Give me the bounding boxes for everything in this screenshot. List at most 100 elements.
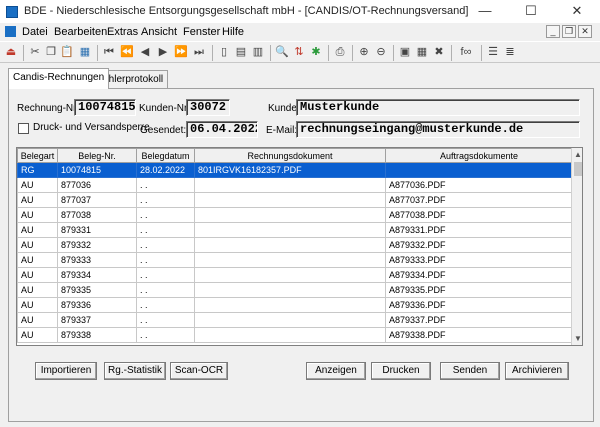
- next-record-icon[interactable]: ▶: [156, 45, 170, 59]
- document-table: Belegart Beleg-Nr. Belegdatum Rechnungsd…: [16, 147, 583, 346]
- tab-candis-rechnungen[interactable]: Candis-Rechnungen: [8, 68, 110, 89]
- druck-versandsperre-checkbox[interactable]: [18, 123, 29, 134]
- delete-icon[interactable]: ✖: [432, 45, 446, 59]
- table-cell: 879332: [57, 237, 137, 253]
- table-cell: [194, 222, 386, 238]
- toolbar-separator: [97, 45, 98, 61]
- table-row[interactable]: AU 879336. . A879336.PDF: [17, 297, 573, 313]
- kunde-label: Kunde:: [268, 103, 300, 114]
- document-icon[interactable]: [5, 26, 16, 37]
- gesendet-field[interactable]: 06.04.2022: [186, 121, 258, 138]
- copy-icon[interactable]: ❐: [44, 45, 58, 59]
- save-icon[interactable]: ▣: [398, 45, 412, 59]
- table-row[interactable]: AU 879333. . A879333.PDF: [17, 252, 573, 268]
- mdi-restore-button[interactable]: ❐: [562, 25, 576, 38]
- table-cell: [194, 237, 386, 253]
- column-header-belegart[interactable]: Belegart: [17, 148, 58, 163]
- last-record-icon[interactable]: ⏭: [192, 45, 206, 59]
- scroll-up-icon[interactable]: ▲: [572, 148, 582, 161]
- exit-icon[interactable]: ⏏: [4, 45, 18, 59]
- table-cell: . .: [136, 282, 195, 298]
- previous-record-icon[interactable]: ◀: [138, 45, 152, 59]
- drucken-button[interactable]: Drucken: [371, 362, 431, 380]
- table-cell: RG: [17, 162, 58, 178]
- table-row[interactable]: AU 877038. . A877038.PDF: [17, 207, 573, 223]
- toolbar-separator: [481, 45, 482, 61]
- scroll-thumb[interactable]: [574, 162, 582, 176]
- table-row[interactable]: AU 877037. . A877037.PDF: [17, 192, 573, 208]
- mdi-close-button[interactable]: ✕: [578, 25, 592, 38]
- bullet-list-icon[interactable]: ☰: [486, 45, 500, 59]
- next-page-icon[interactable]: ⏩: [174, 45, 188, 59]
- sort-icon[interactable]: ⇅: [292, 45, 306, 59]
- paste-icon[interactable]: 📋: [60, 45, 74, 59]
- table-row[interactable]: AU 879331. . A879331.PDF: [17, 222, 573, 238]
- minimize-button[interactable]: —: [462, 0, 508, 23]
- column-header-rechnungsdokument[interactable]: Rechnungsdokument: [194, 148, 386, 163]
- numbered-list-icon[interactable]: ≣: [503, 45, 517, 59]
- clipboard-icon[interactable]: ▥: [251, 45, 265, 59]
- table-cell: 879335: [57, 282, 137, 298]
- list-icon[interactable]: ▦: [415, 45, 429, 59]
- table-cell: AU: [17, 297, 58, 313]
- column-header-auftragsdokumente[interactable]: Auftragsdokumente: [385, 148, 573, 163]
- table-cell: . .: [136, 177, 195, 193]
- table-cell: AU: [17, 177, 58, 193]
- table-cell: . .: [136, 252, 195, 268]
- email-field[interactable]: rechnungseingang@musterkunde.de: [296, 121, 580, 138]
- table-cell: A877036.PDF: [385, 177, 573, 193]
- print-icon[interactable]: ⎙: [333, 45, 347, 59]
- scroll-down-icon[interactable]: ▼: [572, 332, 582, 345]
- scan-ocr-button[interactable]: Scan-OCR: [170, 362, 228, 380]
- menu-fenster[interactable]: Fenster: [183, 26, 220, 38]
- table-cell: [194, 207, 386, 223]
- maximize-button[interactable]: ☐: [508, 0, 554, 23]
- anzeigen-button[interactable]: Anzeigen: [306, 362, 366, 380]
- open-document-icon[interactable]: ▤: [234, 45, 248, 59]
- menu-extras[interactable]: Extras: [107, 26, 138, 38]
- table-row[interactable]: RG 10074815 28.02.2022 801IRGVK16182357.PDF: [17, 162, 573, 178]
- importieren-button[interactable]: Importieren: [35, 362, 97, 380]
- menu-ansicht[interactable]: Ansicht: [141, 26, 177, 38]
- toolbar-separator: [352, 45, 353, 61]
- senden-button[interactable]: Senden: [440, 362, 500, 380]
- new-document-icon[interactable]: ▯: [217, 45, 231, 59]
- title-bar: BDE - Niederschlesische Entsorgungsgesel…: [0, 0, 600, 23]
- table-cell: A877037.PDF: [385, 192, 573, 208]
- close-button[interactable]: ✕: [554, 0, 600, 23]
- table-row[interactable]: AU 879332. . A879332.PDF: [17, 237, 573, 253]
- table-cell: [194, 192, 386, 208]
- column-header-belegdatum[interactable]: Belegdatum: [136, 148, 195, 163]
- toolbar-separator: [212, 45, 213, 61]
- vertical-scrollbar[interactable]: ▲ ▼: [571, 148, 582, 345]
- search-icon[interactable]: 🔍: [275, 45, 289, 59]
- kunden-nr-field[interactable]: 30072: [186, 99, 230, 116]
- previous-page-icon[interactable]: ⏪: [120, 45, 134, 59]
- table-row[interactable]: AU 879334. . A879334.PDF: [17, 267, 573, 283]
- kunden-nr-label: Kunden-Nr.:: [139, 103, 193, 114]
- app-icon: [6, 6, 18, 18]
- table-row[interactable]: AU 879338. . A879338.PDF: [17, 327, 573, 343]
- table-row[interactable]: AU 879335. . A879335.PDF: [17, 282, 573, 298]
- mdi-minimize-button[interactable]: _: [546, 25, 560, 38]
- filter-icon[interactable]: ✱: [309, 45, 323, 59]
- kunde-field[interactable]: Musterkunde: [296, 99, 580, 116]
- menu-hilfe[interactable]: Hilfe: [222, 26, 244, 38]
- table-row[interactable]: AU 879337. . A879337.PDF: [17, 312, 573, 328]
- table-cell: AU: [17, 222, 58, 238]
- calculator-icon[interactable]: ▦: [78, 45, 92, 59]
- rg-statistik-button[interactable]: Rg.-Statistik: [104, 362, 166, 380]
- archivieren-button[interactable]: Archivieren: [505, 362, 569, 380]
- cut-icon[interactable]: ✂: [28, 45, 42, 59]
- table-row[interactable]: AU 877036. . A877036.PDF: [17, 177, 573, 193]
- zoom-in-icon[interactable]: ⊕: [357, 45, 371, 59]
- table-cell: A877038.PDF: [385, 207, 573, 223]
- column-header-beleg-nr[interactable]: Beleg-Nr.: [57, 148, 137, 163]
- rechnung-nr-field[interactable]: 10074815: [74, 99, 136, 116]
- formula-icon[interactable]: f∞: [456, 45, 476, 59]
- menu-bearbeiten[interactable]: Bearbeiten: [54, 26, 107, 38]
- zoom-out-icon[interactable]: ⊖: [374, 45, 388, 59]
- table-cell: A879331.PDF: [385, 222, 573, 238]
- first-record-icon[interactable]: ⏮: [102, 45, 116, 59]
- menu-datei[interactable]: Datei: [22, 26, 48, 38]
